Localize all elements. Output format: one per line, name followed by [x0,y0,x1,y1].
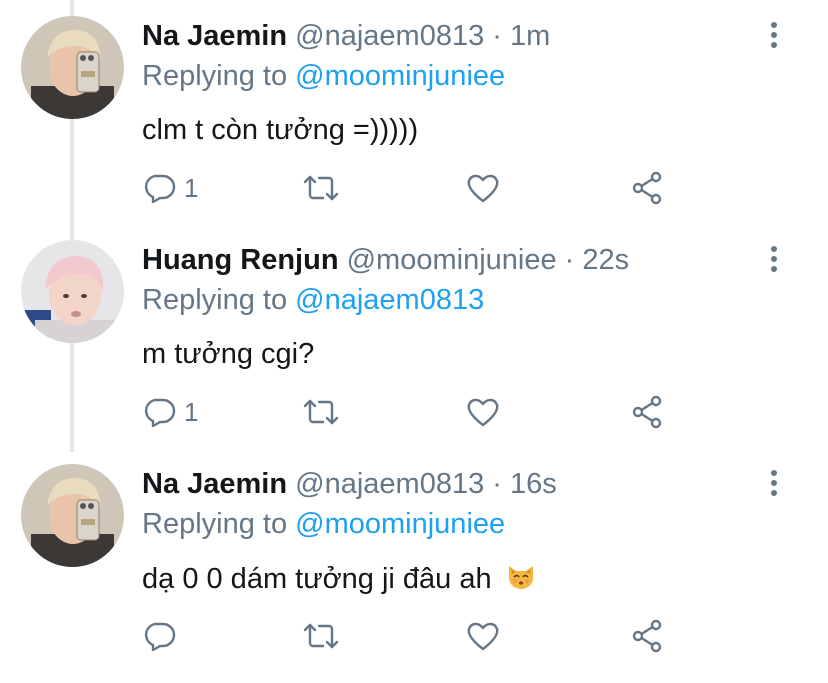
share-button[interactable] [630,168,664,208]
retweet-icon [303,623,339,649]
share-icon [632,171,662,205]
retweet-button[interactable] [302,616,340,656]
tweet-text: m tưởng cgi? [142,338,315,370]
reply-icon [144,398,176,427]
heart-icon [467,622,499,651]
separator-dot: · [492,20,502,52]
user-handle[interactable]: @najaem0813 [295,468,484,500]
like-button[interactable] [466,392,500,432]
share-icon [632,395,662,429]
user-handle[interactable]: @moominjuniee [347,244,557,276]
reply-count: 1 [184,172,199,203]
share-icon [632,619,662,653]
more-options-icon[interactable] [766,22,782,52]
separator-dot: · [492,468,502,500]
avatar[interactable] [21,240,124,343]
mention-link[interactable]: @najaem0813 [295,284,484,316]
tweet-3[interactable]: Na Jaemin @najaem0813 · 16s Replying to … [0,448,828,672]
tweet-text-content: dạ 0 0 dám tưởng ji đâu ah [142,563,492,595]
separator-dot: · [564,244,575,276]
reply-button[interactable]: 1 [142,392,198,432]
heart-icon [467,174,499,203]
timestamp[interactable]: 22s [582,244,629,276]
like-button[interactable] [466,616,500,656]
tweet-1[interactable]: Na Jaemin @najaem0813 · 1m Replying to @… [0,0,828,224]
reply-count: 1 [184,396,199,427]
display-name[interactable]: Na Jaemin [142,20,287,52]
kissing-cat-face-emoji [508,566,533,589]
reply-icon [144,174,176,203]
display-name[interactable]: Na Jaemin [142,468,287,500]
replying-to-label: Replying to [142,284,288,316]
tweet-2[interactable]: Huang Renjun @moominjuniee · 22s Replyin… [0,224,828,448]
more-options-icon[interactable] [766,246,782,276]
timestamp[interactable]: 16s [510,468,557,500]
heart-icon [467,398,499,427]
more-options-icon[interactable] [766,470,782,500]
replying-to: Replying to @moominjuniee [142,60,505,93]
display-name[interactable]: Huang Renjun [142,244,339,276]
replying-to: Replying to @moominjuniee [142,508,505,541]
replying-to-label: Replying to [142,60,288,92]
share-button[interactable] [630,616,664,656]
retweet-button[interactable] [302,392,340,432]
retweet-icon [303,399,339,425]
avatar[interactable] [21,16,124,119]
retweet-button[interactable] [302,168,340,208]
like-button[interactable] [466,168,500,208]
avatar[interactable] [21,464,124,567]
reply-button[interactable] [142,616,184,656]
tweet-text: clm t còn tưởng =))))) [142,114,419,146]
replying-to-label: Replying to [142,508,288,540]
tweet-header: Na Jaemin @najaem0813 · 1m [142,16,550,56]
reply-icon [144,622,176,651]
reply-button[interactable]: 1 [142,168,198,208]
share-button[interactable] [630,392,664,432]
mention-link[interactable]: @moominjuniee [295,60,505,92]
mention-link[interactable]: @moominjuniee [295,508,505,540]
user-handle[interactable]: @najaem0813 [295,20,484,52]
replying-to: Replying to @najaem0813 [142,284,484,317]
timestamp[interactable]: 1m [510,20,550,52]
tweet-header: Huang Renjun @moominjuniee · 22s [142,240,629,280]
retweet-icon [303,175,339,201]
tweet-header: Na Jaemin @najaem0813 · 16s [142,464,557,504]
tweet-text: dạ 0 0 dám tưởng ji đâu ah [142,562,536,596]
